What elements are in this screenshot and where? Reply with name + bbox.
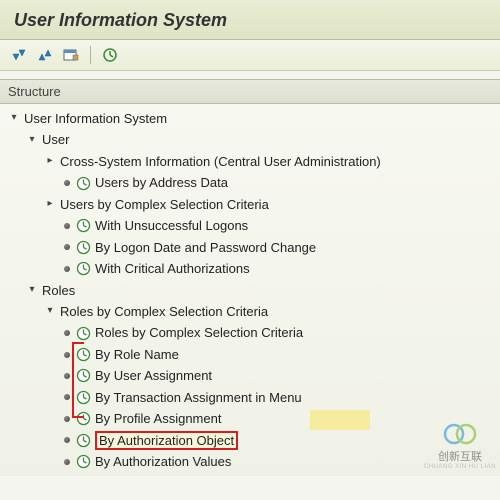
watermark-subtext: CHUANG XIN HU LIAN xyxy=(424,464,496,470)
tree-label: Users by Complex Selection Criteria xyxy=(60,194,269,215)
section-header: Structure xyxy=(0,79,500,104)
page-header: User Information System xyxy=(0,0,500,40)
clock-report-icon xyxy=(76,390,91,405)
bullet-icon xyxy=(64,416,70,422)
tree-label: Roles by Complex Selection Criteria xyxy=(95,322,303,343)
page-title: User Information System xyxy=(14,10,486,31)
tree-leaf-roles-complex[interactable]: Roles by Complex Selection Criteria xyxy=(4,322,500,343)
tree-label: User xyxy=(42,129,69,150)
bullet-icon xyxy=(64,180,70,186)
tree-leaf-unsuccessful-logons[interactable]: With Unsuccessful Logons xyxy=(4,215,500,236)
clock-report-icon xyxy=(76,176,91,191)
clock-report-icon xyxy=(76,411,91,426)
clock-report-icon xyxy=(76,218,91,233)
toolbar xyxy=(0,40,500,71)
bullet-icon xyxy=(64,266,70,272)
tree-label: Roles xyxy=(42,280,75,301)
bullet-icon xyxy=(64,373,70,379)
tree-label: Cross-System Information (Central User A… xyxy=(60,151,381,172)
expand-all-icon[interactable] xyxy=(10,46,28,64)
clock-report-icon xyxy=(76,454,91,469)
tree-leaf-auth-object[interactable]: By Authorization Object xyxy=(4,430,500,451)
tree-node-root[interactable]: ▾ User Information System xyxy=(4,108,500,129)
expand-icon[interactable]: ▸ xyxy=(44,196,56,213)
tree-node-roles-complex[interactable]: ▾ Roles by Complex Selection Criteria xyxy=(4,301,500,322)
tree-leaf-role-name[interactable]: By Role Name xyxy=(4,344,500,365)
expand-icon[interactable]: ▸ xyxy=(44,153,56,170)
tree-label: Roles by Complex Selection Criteria xyxy=(60,301,268,322)
collapse-icon[interactable]: ▾ xyxy=(8,110,20,127)
clock-report-icon xyxy=(76,326,91,341)
bullet-icon xyxy=(64,394,70,400)
bullet-icon xyxy=(64,437,70,443)
tree-leaf-tx-assignment[interactable]: By Transaction Assignment in Menu xyxy=(4,387,500,408)
clock-report-icon xyxy=(76,240,91,255)
tree-label: By User Assignment xyxy=(95,365,212,386)
bullet-icon xyxy=(64,352,70,358)
tree-label: By Role Name xyxy=(95,344,179,365)
bullet-icon xyxy=(64,244,70,250)
tree-label: By Authorization Object xyxy=(95,431,238,450)
tree-label: User Information System xyxy=(24,108,167,129)
tree-label: Users by Address Data xyxy=(95,172,228,193)
bullet-icon xyxy=(64,223,70,229)
clock-report-icon xyxy=(76,368,91,383)
tree-leaf-user-assignment[interactable]: By User Assignment xyxy=(4,365,500,386)
tree-node-user[interactable]: ▾ User xyxy=(4,129,500,150)
layout-icon[interactable] xyxy=(62,46,80,64)
tree-label: By Profile Assignment xyxy=(95,408,221,429)
bullet-icon xyxy=(64,459,70,465)
clock-report-icon xyxy=(76,261,91,276)
clock-report-icon xyxy=(76,433,91,448)
tree-label: With Unsuccessful Logons xyxy=(95,215,248,236)
bullet-icon xyxy=(64,330,70,336)
tree-label: By Authorization Values xyxy=(95,451,231,472)
tree: ▾ User Information System ▾ User ▸ Cross… xyxy=(0,104,500,476)
highlighted-item: By Authorization Object xyxy=(95,430,238,451)
collapse-icon[interactable]: ▾ xyxy=(44,303,56,320)
collapse-icon[interactable]: ▾ xyxy=(26,282,38,299)
tree-node-cross-system[interactable]: ▸ Cross-System Information (Central User… xyxy=(4,151,500,172)
tree-label: By Transaction Assignment in Menu xyxy=(95,387,302,408)
collapse-icon[interactable]: ▾ xyxy=(26,132,38,149)
tree-node-users-complex[interactable]: ▸ Users by Complex Selection Criteria xyxy=(4,194,500,215)
clock-report-icon xyxy=(76,347,91,362)
execute-icon[interactable] xyxy=(101,46,119,64)
tree-leaf-users-by-address[interactable]: Users by Address Data xyxy=(4,172,500,193)
tree-node-roles[interactable]: ▾ Roles xyxy=(4,280,500,301)
tree-label: By Logon Date and Password Change xyxy=(95,237,316,258)
toolbar-separator xyxy=(90,46,91,64)
tree-leaf-critical-auth[interactable]: With Critical Authorizations xyxy=(4,258,500,279)
highlight-bg xyxy=(310,410,370,430)
tree-label: With Critical Authorizations xyxy=(95,258,250,279)
tree-leaf-logon-date[interactable]: By Logon Date and Password Change xyxy=(4,237,500,258)
collapse-all-icon[interactable] xyxy=(36,46,54,64)
